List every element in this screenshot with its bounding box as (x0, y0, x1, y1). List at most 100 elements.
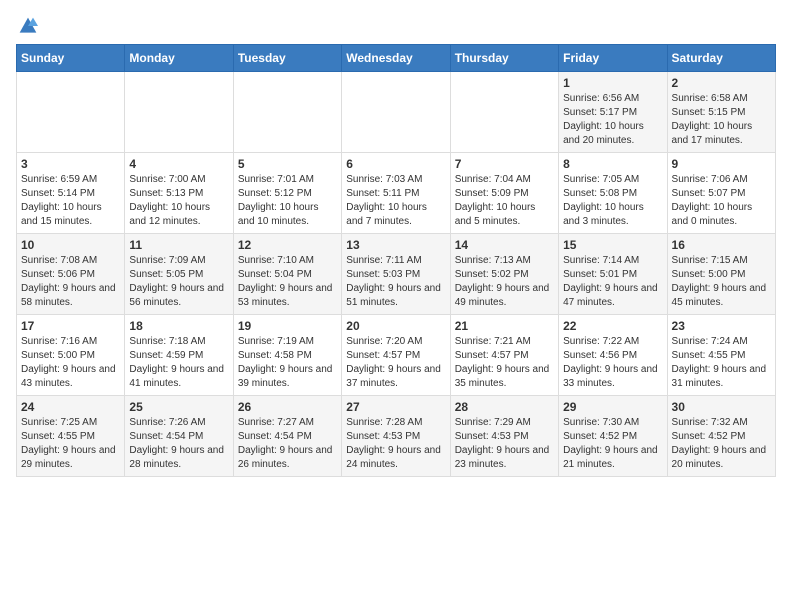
calendar-cell: 22 Sunrise: 7:22 AM Sunset: 4:56 PM Dayli… (559, 315, 667, 396)
day-number: 5 (238, 157, 337, 171)
calendar-cell: 17Sunrise: 7:16 AM Sunset: 5:00 PM Dayli… (17, 315, 125, 396)
day-info: Sunrise: 7:13 AM Sunset: 5:02 PM Dayligh… (455, 254, 554, 310)
day-info: Sunrise: 7:00 AM Sunset: 5:13 PM Dayligh… (129, 173, 228, 229)
day-number: 2 (672, 76, 771, 90)
calendar-week-row: 1 Sunrise: 6:56 AM Sunset: 5:17 PM Daylig… (17, 72, 776, 153)
calendar-cell: 16 Sunrise: 7:15 AM Sunset: 5:00 PM Dayli… (667, 234, 775, 315)
calendar-cell: 5 Sunrise: 7:01 AM Sunset: 5:12 PM Daylig… (233, 153, 341, 234)
day-info: Sunrise: 7:11 AM Sunset: 5:03 PM Dayligh… (346, 254, 445, 310)
day-number: 26 (238, 400, 337, 414)
day-number: 29 (563, 400, 662, 414)
weekday-header-friday: Friday (559, 45, 667, 72)
day-info: Sunrise: 7:26 AM Sunset: 4:54 PM Dayligh… (129, 416, 228, 472)
calendar-week-row: 17Sunrise: 7:16 AM Sunset: 5:00 PM Dayli… (17, 315, 776, 396)
weekday-header-saturday: Saturday (667, 45, 775, 72)
calendar-cell: 25 Sunrise: 7:26 AM Sunset: 4:54 PM Dayli… (125, 396, 233, 477)
day-number: 6 (346, 157, 445, 171)
day-number: 21 (455, 319, 554, 333)
day-number: 1 (563, 76, 662, 90)
day-number: 3 (21, 157, 120, 171)
calendar-cell: 10 Sunrise: 7:08 AM Sunset: 5:06 PM Dayli… (17, 234, 125, 315)
weekday-header-sunday: Sunday (17, 45, 125, 72)
day-info: Sunrise: 6:56 AM Sunset: 5:17 PM Dayligh… (563, 92, 662, 148)
calendar-cell: 18 Sunrise: 7:18 AM Sunset: 4:59 PM Dayli… (125, 315, 233, 396)
day-info: Sunrise: 7:04 AM Sunset: 5:09 PM Dayligh… (455, 173, 554, 229)
calendar-cell (342, 72, 450, 153)
day-info: Sunrise: 7:01 AM Sunset: 5:12 PM Dayligh… (238, 173, 337, 229)
logo-icon (18, 16, 38, 36)
day-number: 9 (672, 157, 771, 171)
day-info: Sunrise: 7:09 AM Sunset: 5:05 PM Dayligh… (129, 254, 228, 310)
day-info: Sunrise: 7:22 AM Sunset: 4:56 PM Dayligh… (563, 335, 662, 391)
day-info: Sunrise: 7:08 AM Sunset: 5:06 PM Dayligh… (21, 254, 120, 310)
day-number: 10 (21, 238, 120, 252)
day-number: 8 (563, 157, 662, 171)
calendar-cell: 27 Sunrise: 7:28 AM Sunset: 4:53 PM Dayli… (342, 396, 450, 477)
logo (16, 16, 38, 36)
day-number: 4 (129, 157, 228, 171)
day-info: Sunrise: 7:18 AM Sunset: 4:59 PM Dayligh… (129, 335, 228, 391)
calendar-week-row: 10 Sunrise: 7:08 AM Sunset: 5:06 PM Dayli… (17, 234, 776, 315)
weekday-header-thursday: Thursday (450, 45, 558, 72)
day-number: 30 (672, 400, 771, 414)
weekday-header-monday: Monday (125, 45, 233, 72)
day-number: 27 (346, 400, 445, 414)
calendar-cell: 8 Sunrise: 7:05 AM Sunset: 5:08 PM Daylig… (559, 153, 667, 234)
day-info: Sunrise: 7:10 AM Sunset: 5:04 PM Dayligh… (238, 254, 337, 310)
day-number: 18 (129, 319, 228, 333)
day-info: Sunrise: 6:59 AM Sunset: 5:14 PM Dayligh… (21, 173, 120, 229)
calendar-cell: 23 Sunrise: 7:24 AM Sunset: 4:55 PM Dayli… (667, 315, 775, 396)
day-number: 20 (346, 319, 445, 333)
calendar-cell: 13 Sunrise: 7:11 AM Sunset: 5:03 PM Dayli… (342, 234, 450, 315)
day-info: Sunrise: 7:16 AM Sunset: 5:00 PM Dayligh… (21, 335, 120, 391)
day-info: Sunrise: 7:24 AM Sunset: 4:55 PM Dayligh… (672, 335, 771, 391)
day-number: 23 (672, 319, 771, 333)
weekday-header-tuesday: Tuesday (233, 45, 341, 72)
calendar-cell: 4 Sunrise: 7:00 AM Sunset: 5:13 PM Daylig… (125, 153, 233, 234)
calendar-cell: 7Sunrise: 7:04 AM Sunset: 5:09 PM Daylig… (450, 153, 558, 234)
page-header (16, 16, 776, 36)
calendar-cell: 9Sunrise: 7:06 AM Sunset: 5:07 PM Daylig… (667, 153, 775, 234)
calendar-cell (233, 72, 341, 153)
calendar-cell: 20 Sunrise: 7:20 AM Sunset: 4:57 PM Dayli… (342, 315, 450, 396)
calendar-cell: 2 Sunrise: 6:58 AM Sunset: 5:15 PM Daylig… (667, 72, 775, 153)
day-info: Sunrise: 7:03 AM Sunset: 5:11 PM Dayligh… (346, 173, 445, 229)
calendar-table: SundayMondayTuesdayWednesdayThursdayFrid… (16, 44, 776, 477)
calendar-cell: 19Sunrise: 7:19 AM Sunset: 4:58 PM Dayli… (233, 315, 341, 396)
calendar-cell (17, 72, 125, 153)
day-number: 15 (563, 238, 662, 252)
calendar-cell (125, 72, 233, 153)
calendar-cell (450, 72, 558, 153)
day-number: 13 (346, 238, 445, 252)
day-number: 16 (672, 238, 771, 252)
day-info: Sunrise: 7:14 AM Sunset: 5:01 PM Dayligh… (563, 254, 662, 310)
day-info: Sunrise: 7:20 AM Sunset: 4:57 PM Dayligh… (346, 335, 445, 391)
day-number: 28 (455, 400, 554, 414)
calendar-header-row: SundayMondayTuesdayWednesdayThursdayFrid… (17, 45, 776, 72)
calendar-cell: 28Sunrise: 7:29 AM Sunset: 4:53 PM Dayli… (450, 396, 558, 477)
day-info: Sunrise: 7:28 AM Sunset: 4:53 PM Dayligh… (346, 416, 445, 472)
day-number: 22 (563, 319, 662, 333)
calendar-cell: 6 Sunrise: 7:03 AM Sunset: 5:11 PM Daylig… (342, 153, 450, 234)
day-info: Sunrise: 7:05 AM Sunset: 5:08 PM Dayligh… (563, 173, 662, 229)
day-info: Sunrise: 7:25 AM Sunset: 4:55 PM Dayligh… (21, 416, 120, 472)
day-number: 24 (21, 400, 120, 414)
day-number: 25 (129, 400, 228, 414)
day-info: Sunrise: 7:21 AM Sunset: 4:57 PM Dayligh… (455, 335, 554, 391)
calendar-cell: 21 Sunrise: 7:21 AM Sunset: 4:57 PM Dayli… (450, 315, 558, 396)
day-info: Sunrise: 7:32 AM Sunset: 4:52 PM Dayligh… (672, 416, 771, 472)
day-info: Sunrise: 7:30 AM Sunset: 4:52 PM Dayligh… (563, 416, 662, 472)
calendar-cell: 11 Sunrise: 7:09 AM Sunset: 5:05 PM Dayli… (125, 234, 233, 315)
day-info: Sunrise: 7:15 AM Sunset: 5:00 PM Dayligh… (672, 254, 771, 310)
day-info: Sunrise: 7:27 AM Sunset: 4:54 PM Dayligh… (238, 416, 337, 472)
calendar-cell: 26 Sunrise: 7:27 AM Sunset: 4:54 PM Dayli… (233, 396, 341, 477)
calendar-cell: 15 Sunrise: 7:14 AM Sunset: 5:01 PM Dayli… (559, 234, 667, 315)
weekday-header-wednesday: Wednesday (342, 45, 450, 72)
calendar-cell: 14Sunrise: 7:13 AM Sunset: 5:02 PM Dayli… (450, 234, 558, 315)
day-info: Sunrise: 6:58 AM Sunset: 5:15 PM Dayligh… (672, 92, 771, 148)
calendar-week-row: 3 Sunrise: 6:59 AM Sunset: 5:14 PM Daylig… (17, 153, 776, 234)
day-number: 19 (238, 319, 337, 333)
calendar-cell: 12Sunrise: 7:10 AM Sunset: 5:04 PM Dayli… (233, 234, 341, 315)
day-number: 11 (129, 238, 228, 252)
calendar-cell: 1 Sunrise: 6:56 AM Sunset: 5:17 PM Daylig… (559, 72, 667, 153)
